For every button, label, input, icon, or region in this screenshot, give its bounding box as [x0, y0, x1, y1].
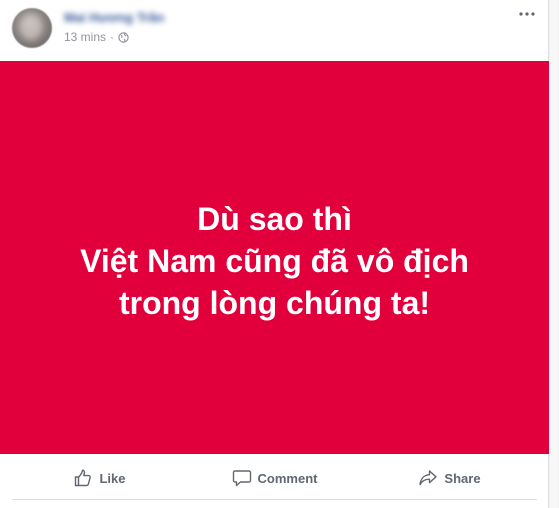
post-meta: 13 mins · [64, 30, 129, 44]
post-banner[interactable]: Dù sao thì Việt Nam cũng đã vô địch tron… [0, 61, 549, 454]
banner-line-3: trong lòng chúng ta! [118, 284, 431, 321]
comment-label: Comment [257, 470, 318, 486]
post-header: Mai Hương Trần 13 mins · [0, 0, 549, 60]
comment-button[interactable]: Comment [187, 458, 362, 498]
thumbs-up-icon [73, 468, 93, 488]
meta-separator: · [110, 30, 115, 44]
like-button[interactable]: Like [12, 458, 187, 498]
banner-line-1: Dù sao thì [197, 200, 352, 237]
page-scrollbar[interactable] [549, 0, 559, 508]
globe-icon [118, 31, 129, 43]
comment-bubble-icon [232, 468, 252, 488]
post-card: Mai Hương Trần 13 mins · Dù sao thì Việt… [0, 0, 549, 508]
actions-divider [12, 499, 537, 500]
scrollbar-thumb[interactable] [550, 0, 558, 508]
share-label: Share [444, 470, 481, 486]
avatar[interactable] [12, 8, 52, 48]
more-options-icon[interactable] [517, 4, 537, 24]
post-timestamp[interactable]: 13 mins [64, 30, 106, 44]
author-name[interactable]: Mai Hương Trần [64, 10, 164, 25]
share-button[interactable]: Share [362, 458, 537, 498]
banner-text: Dù sao thì Việt Nam cũng đã vô địch tron… [80, 198, 469, 324]
share-arrow-icon [418, 468, 438, 488]
post-actions: Like Comment Share [12, 458, 537, 498]
like-label: Like [99, 470, 126, 486]
banner-line-2: Việt Nam cũng đã vô địch [80, 242, 469, 279]
